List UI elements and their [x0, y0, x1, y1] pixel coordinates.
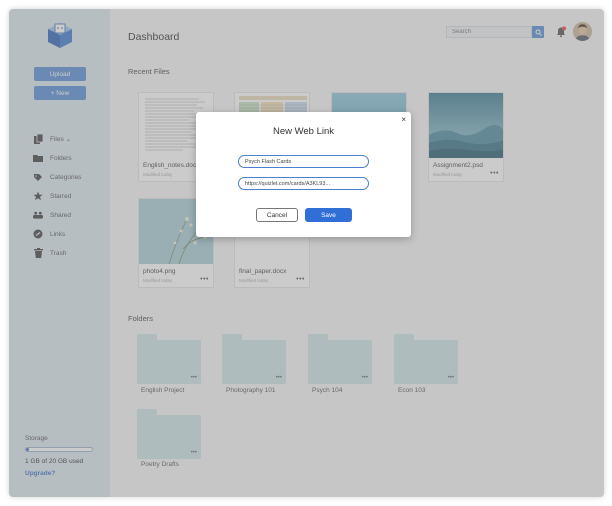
new-web-link-dialog: × New Web Link Cancel Save — [196, 112, 411, 237]
cancel-button[interactable]: Cancel — [256, 208, 298, 222]
link-name-field[interactable] — [238, 155, 369, 168]
link-url-field[interactable] — [238, 177, 369, 190]
save-button[interactable]: Save — [305, 208, 352, 222]
dialog-title: New Web Link — [272, 126, 335, 137]
modal-backdrop[interactable] — [9, 9, 604, 497]
app-window: Upload + New Files ⌄ Folders Categories … — [9, 9, 604, 497]
close-icon[interactable]: × — [401, 115, 406, 124]
